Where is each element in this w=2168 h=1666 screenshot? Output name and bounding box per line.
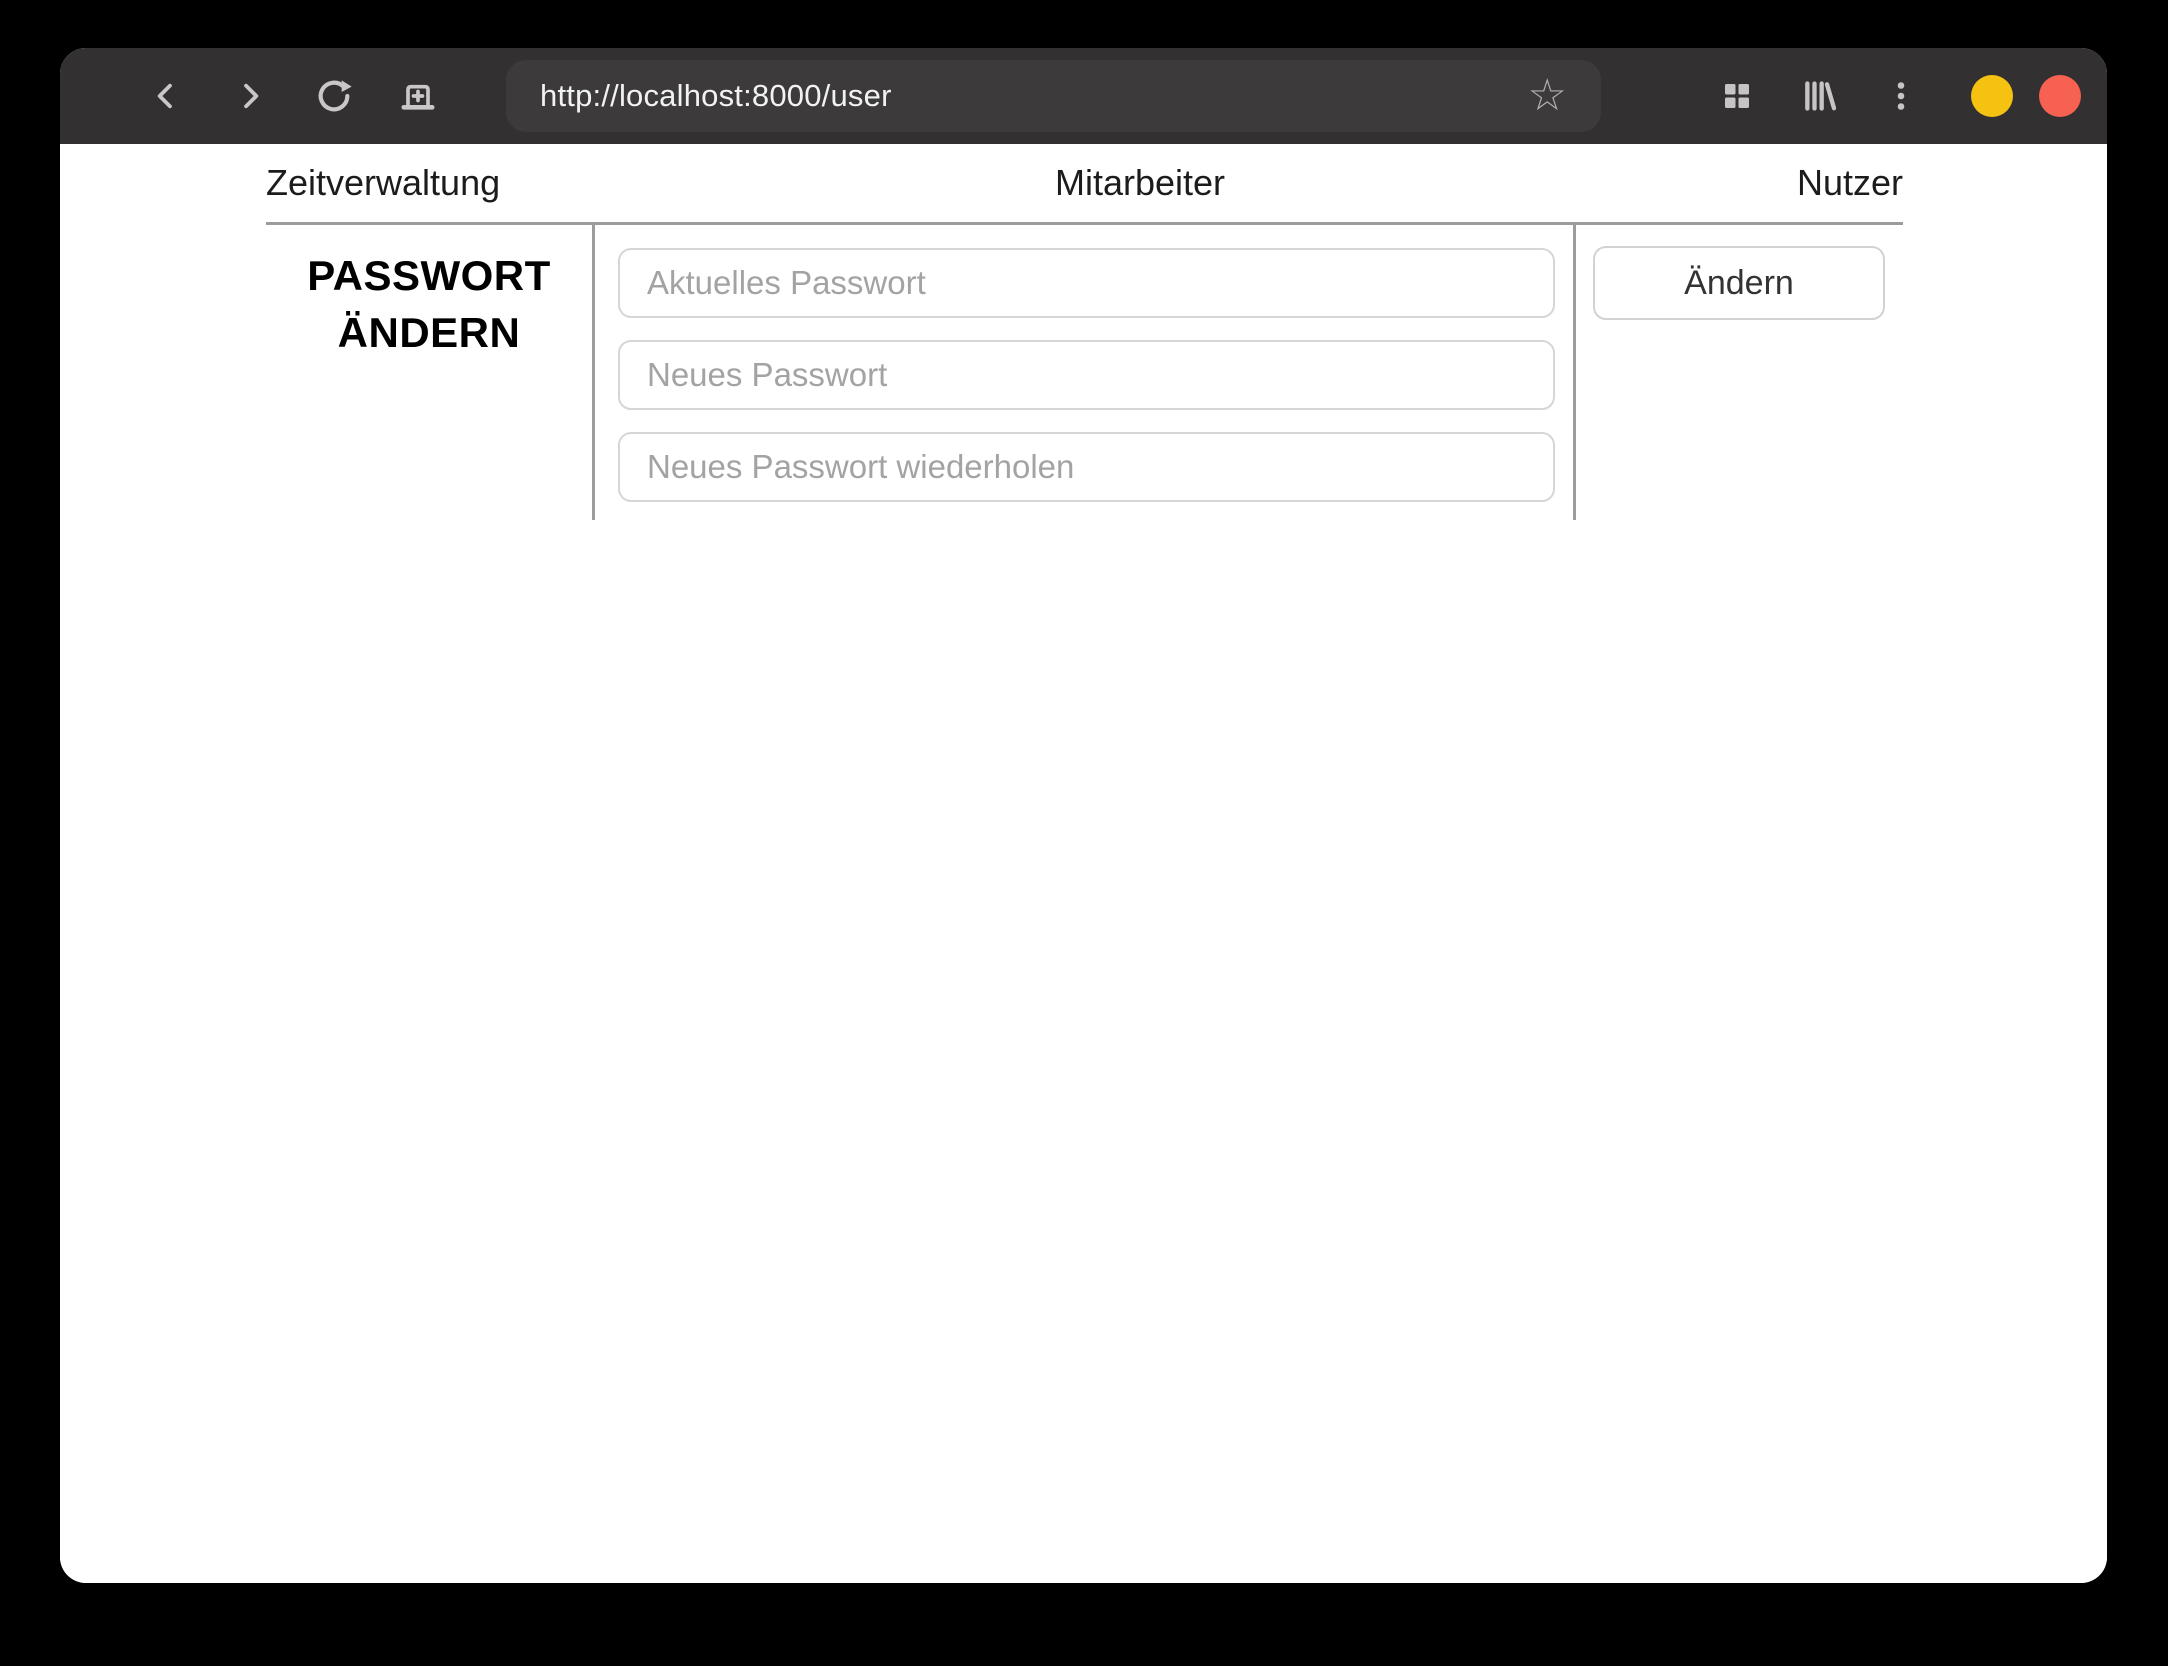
nav-item-mitarbeiter[interactable]: Mitarbeiter — [592, 162, 1576, 204]
main-nav: Zeitverwaltung Mitarbeiter Nutzer — [266, 144, 1903, 222]
nav-item-label[interactable]: Zeitverwaltung — [266, 162, 500, 203]
forward-button[interactable] — [222, 68, 278, 124]
section-title: PASSWORT ÄNDERN — [266, 247, 592, 361]
kebab-menu-icon — [1897, 82, 1905, 110]
nav-item-nutzer[interactable]: Nutzer — [1576, 162, 1903, 204]
close-window-button[interactable] — [2039, 75, 2081, 117]
minimize-window-button[interactable] — [1971, 75, 2013, 117]
user-page-layout: Zeitverwaltung Mitarbeiter Nutzer PASSWO… — [266, 144, 1903, 520]
menu-button[interactable] — [1873, 68, 1929, 124]
new-tab-button[interactable] — [390, 68, 446, 124]
password-fields-cell — [592, 225, 1576, 520]
change-password-button[interactable]: Ändern — [1593, 246, 1885, 320]
browser-toolbar: http://localhost:8000/user ☆ — [60, 48, 2107, 144]
browser-window: http://localhost:8000/user ☆ Zeitverwalt… — [60, 48, 2107, 1583]
section-title-line1: PASSWORT — [307, 252, 551, 299]
password-change-section: PASSWORT ÄNDERN Ändern — [266, 222, 1903, 520]
chevron-right-icon — [244, 83, 259, 109]
chevron-left-icon — [157, 83, 172, 109]
new-password-input[interactable] — [618, 340, 1555, 410]
library-button[interactable] — [1791, 68, 1847, 124]
bookmark-star-icon[interactable]: ☆ — [1528, 74, 1567, 118]
current-password-input[interactable] — [618, 248, 1555, 318]
page-content: Zeitverwaltung Mitarbeiter Nutzer PASSWO… — [60, 144, 2107, 1583]
url-bar[interactable]: http://localhost:8000/user ☆ — [506, 60, 1601, 132]
grid-icon — [1725, 84, 1749, 108]
nav-item-zeitverwaltung[interactable]: Zeitverwaltung — [266, 162, 592, 204]
reload-icon — [318, 80, 352, 112]
url-text[interactable]: http://localhost:8000/user — [540, 78, 1528, 114]
new-tab-icon — [401, 84, 435, 110]
toolbar-nav-buttons — [60, 68, 446, 124]
repeat-new-password-input[interactable] — [618, 432, 1555, 502]
reload-button[interactable] — [306, 68, 362, 124]
nav-item-label[interactable]: Nutzer — [1797, 162, 1903, 203]
nav-item-label[interactable]: Mitarbeiter — [1055, 162, 1225, 203]
password-section-title-cell: PASSWORT ÄNDERN — [266, 225, 592, 520]
tab-overview-button[interactable] — [1709, 68, 1765, 124]
library-icon — [1805, 81, 1837, 111]
toolbar-right-buttons — [1709, 68, 2107, 124]
back-button[interactable] — [138, 68, 194, 124]
section-title-line2: ÄNDERN — [337, 309, 521, 356]
password-action-cell: Ändern — [1576, 225, 1903, 520]
